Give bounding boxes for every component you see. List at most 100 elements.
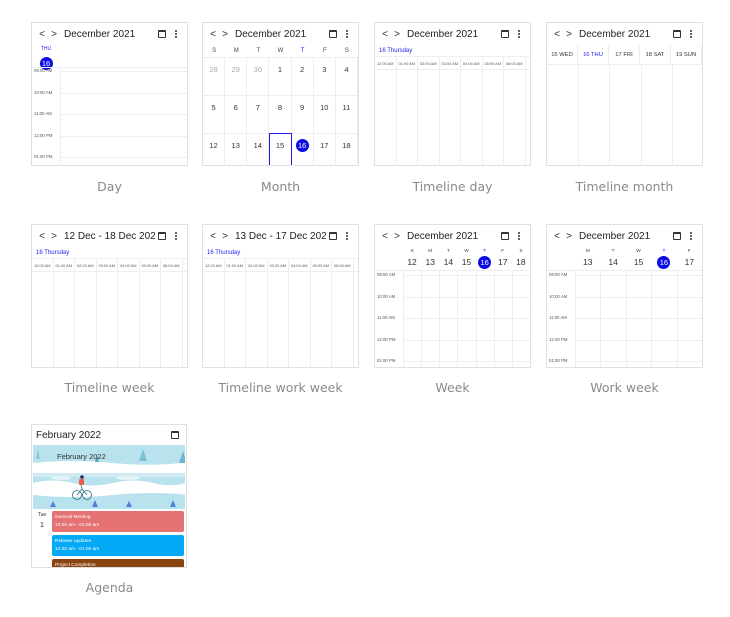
chevron-left-icon[interactable]: < (36, 231, 48, 242)
week-day-header[interactable]: W 15 (626, 247, 651, 270)
timeline-month-day[interactable]: 18 SAT (640, 45, 671, 64)
month-day-cell[interactable]: 8 (269, 95, 292, 133)
more-vertical-icon[interactable] (169, 29, 183, 39)
chevron-left-icon[interactable]: < (36, 29, 48, 40)
month-day-cell[interactable]: 16 (291, 133, 314, 165)
month-day-cell[interactable]: 10 (313, 95, 336, 133)
header-title[interactable]: December 2021 (60, 29, 155, 40)
month-day-cell[interactable]: 4 (335, 57, 358, 95)
week-day-header[interactable]: M 13 (421, 247, 439, 270)
time-slot[interactable] (575, 296, 702, 298)
header-title[interactable]: December 2021 (403, 29, 498, 40)
more-vertical-icon[interactable] (340, 231, 354, 241)
today-date[interactable]: 16 (478, 256, 492, 269)
time-slot[interactable] (575, 361, 702, 362)
header-title[interactable]: 12 Dec - 18 Dec 2021 (60, 231, 155, 242)
month-day-cell[interactable]: 28 (203, 57, 226, 95)
calendar-icon[interactable] (326, 232, 340, 240)
chevron-right-icon[interactable]: > (391, 231, 403, 242)
month-day-cell[interactable]: 1 (269, 57, 292, 95)
timeline-month-day[interactable]: 16 THU (578, 45, 609, 64)
time-slot[interactable] (403, 318, 530, 319)
chevron-left-icon[interactable]: < (379, 231, 391, 242)
agenda-event[interactable]: Project Completion (52, 559, 184, 567)
agenda-event[interactable]: General Meeting 12:00 am - 01:00 am (52, 511, 184, 532)
month-day-cell[interactable]: 14 (247, 133, 270, 165)
week-day-header[interactable]: S 18 (512, 247, 530, 270)
agenda-event[interactable]: Release updates 12:00 am - 01:00 am (52, 535, 184, 556)
calendar-icon[interactable] (670, 30, 684, 38)
chevron-right-icon[interactable]: > (219, 231, 231, 242)
calendar-icon[interactable] (168, 431, 182, 439)
week-day-header[interactable]: T 14 (600, 247, 625, 270)
month-day-cell[interactable]: 9 (291, 95, 314, 133)
month-day-cell[interactable]: 13 (225, 133, 248, 165)
timeline-month-day[interactable]: 19 SUN (671, 45, 702, 64)
chevron-left-icon[interactable]: < (551, 231, 563, 242)
chevron-right-icon[interactable]: > (219, 29, 231, 40)
month-day-cell[interactable]: 7 (247, 95, 270, 133)
month-day-cell[interactable]: 3 (313, 57, 336, 95)
month-day-cell[interactable]: 17 (313, 133, 336, 165)
month-day-cell[interactable]: 29 (225, 57, 248, 95)
chevron-left-icon[interactable]: < (207, 29, 219, 40)
calendar-icon[interactable] (155, 30, 169, 38)
chevron-right-icon[interactable]: > (563, 231, 575, 242)
chevron-left-icon[interactable]: < (551, 29, 563, 40)
week-day-header[interactable]: W 15 (457, 247, 475, 270)
time-slot[interactable] (575, 339, 702, 341)
calendar-icon[interactable] (498, 232, 512, 240)
time-slot[interactable] (575, 318, 702, 319)
time-slot[interactable] (60, 114, 187, 115)
month-day-cell[interactable]: 11 (335, 95, 358, 133)
calendar-icon[interactable] (155, 232, 169, 240)
today-date[interactable]: 16 (295, 139, 309, 152)
more-vertical-icon[interactable] (169, 231, 183, 241)
time-slot[interactable] (60, 92, 187, 94)
header-title[interactable]: February 2022 (36, 430, 168, 441)
time-slot[interactable] (60, 71, 187, 72)
chevron-right-icon[interactable]: > (563, 29, 575, 40)
timeline-month-day[interactable]: 17 FRI (609, 45, 640, 64)
chevron-right-icon[interactable]: > (48, 231, 60, 242)
week-day-header[interactable]: T 16 (651, 247, 676, 270)
header-title[interactable]: December 2021 (231, 29, 326, 40)
calendar-icon[interactable] (326, 30, 340, 38)
month-day-cell[interactable]: 2 (291, 57, 314, 95)
week-day-header[interactable]: T 16 (476, 247, 494, 270)
calendar-icon[interactable] (670, 232, 684, 240)
chevron-right-icon[interactable]: > (48, 29, 60, 40)
more-vertical-icon[interactable] (684, 29, 698, 39)
time-slot[interactable] (575, 275, 702, 276)
month-day-cell[interactable]: 15 (269, 133, 292, 165)
chevron-right-icon[interactable]: > (391, 29, 403, 40)
week-day-header[interactable]: T 14 (439, 247, 457, 270)
time-slot[interactable] (60, 157, 187, 158)
week-day-header[interactable]: M 13 (575, 247, 600, 270)
time-slot[interactable] (403, 339, 530, 341)
month-day-cell[interactable]: 30 (247, 57, 270, 95)
header-title[interactable]: December 2021 (403, 231, 498, 242)
more-vertical-icon[interactable] (684, 231, 698, 241)
chevron-left-icon[interactable]: < (207, 231, 219, 242)
more-vertical-icon[interactable] (512, 29, 526, 39)
more-vertical-icon[interactable] (512, 231, 526, 241)
month-day-cell[interactable]: 5 (203, 95, 226, 133)
month-day-cell[interactable]: 18 (335, 133, 358, 165)
month-day-cell[interactable]: 12 (203, 133, 226, 165)
week-day-header[interactable]: S 12 (403, 247, 421, 270)
header-title[interactable]: December 2021 (575, 231, 670, 242)
week-day-header[interactable]: F 17 (677, 247, 702, 270)
timeline-month-day[interactable]: 15 WED (547, 45, 578, 64)
chevron-left-icon[interactable]: < (379, 29, 391, 40)
today-date[interactable]: 16 (657, 256, 671, 269)
calendar-icon[interactable] (498, 30, 512, 38)
time-slot[interactable] (403, 275, 530, 276)
time-slot[interactable] (403, 296, 530, 298)
month-day-cell[interactable]: 6 (225, 95, 248, 133)
more-vertical-icon[interactable] (340, 29, 354, 39)
week-day-header[interactable]: F 17 (494, 247, 512, 270)
time-slot[interactable] (403, 361, 530, 362)
header-title[interactable]: December 2021 (575, 29, 670, 40)
time-slot[interactable] (60, 135, 187, 137)
